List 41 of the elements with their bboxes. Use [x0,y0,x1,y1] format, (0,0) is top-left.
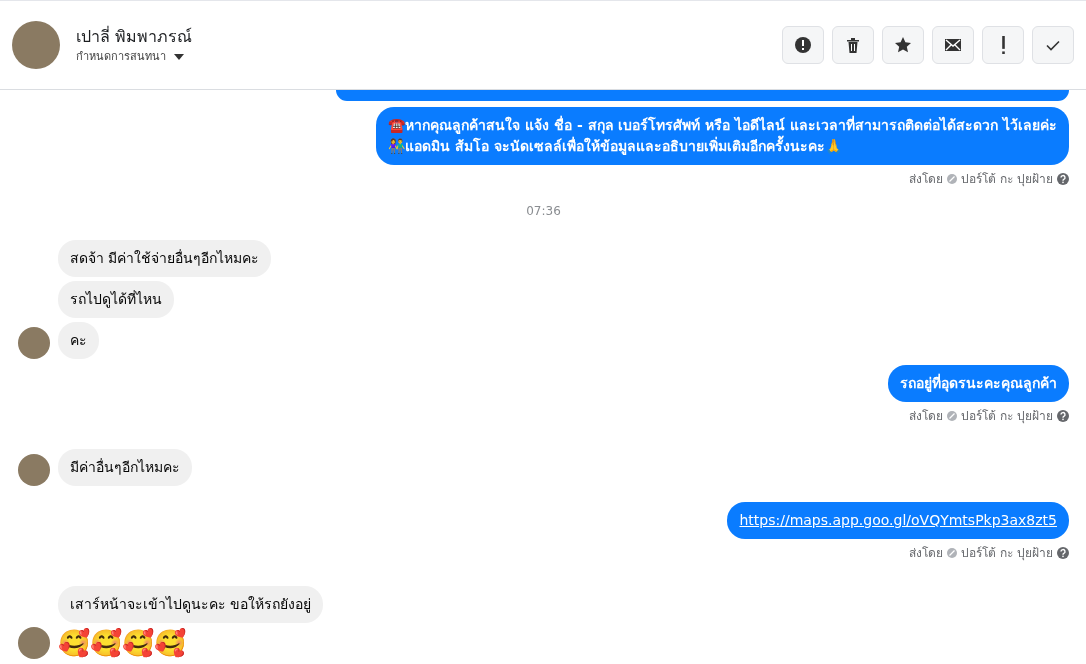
alert-button[interactable] [782,26,824,64]
trash-button[interactable] [832,26,874,64]
sender-name: ปอร์โต้ กะ ปุยฝ้าย [961,545,1053,562]
message-text: รถอยู่ที่อุดรนะคะคุณลูกค้า [900,373,1057,394]
avatar [18,454,50,486]
exclamation-button[interactable] [982,26,1024,64]
envelope-icon [944,36,962,54]
message-text: คะ [70,332,87,348]
exclamation-icon [1001,36,1005,54]
help-icon[interactable] [1057,547,1069,559]
contact-name: เปาลี่ พิมพาภรณ์ [76,25,193,48]
alert-icon [794,36,812,54]
conversation-settings-dropdown[interactable]: กำหนดการสนทนา [76,48,193,66]
help-icon[interactable] [1057,173,1069,185]
sender-name: ปอร์โต้ กะ ปุยฝ้าย [961,171,1053,188]
blocked-icon [947,548,958,558]
sent-by-label: ส่งโดย [909,408,944,425]
check-button[interactable] [1032,26,1074,64]
sender-name: ปอร์โต้ กะ ปุยฝ้าย [961,408,1053,425]
emoji-message: 🥰🥰🥰🥰 [58,627,186,659]
message-text: 👫แอดมิน ส้มโอ จะนัดเซลล์เพื่อให้ข้อมูลและอธิบายเพิ่มเติมอีกครั้งนะคะ🙏 [388,136,1057,157]
avatar [18,627,50,659]
sent-by-label: ส่งโดย [909,545,944,562]
star-button[interactable] [882,26,924,64]
sent-by-label: ส่งโดย [909,171,944,188]
star-icon [894,36,912,54]
envelope-button[interactable] [932,26,974,64]
caret-icon [174,54,184,60]
help-icon[interactable] [1057,410,1069,422]
message-text: รถไปดูได้ที่ไหน [70,291,162,307]
link[interactable]: https://maps.app.goo.gl/oVQYmtsPkp3ax8zt5 [739,512,1057,528]
message-text: ☎หากคุณลูกค้าสนใจ แจ้ง ชื่อ - สกุล เบอร์โทรศัพท์ หรือ ไอดีไลน์ และเวลาที่สามารถติดต่อได้สะดวก ไว้เลยค่ะ [388,115,1057,135]
blocked-icon [947,174,958,184]
timestamp: 07:36 [525,203,562,220]
message-text: มีค่าอื่นๆอีกไหมคะ [70,459,180,475]
blocked-icon [947,411,958,421]
message-text: สดจ้า มีค่าใช้จ่ายอื่นๆอีกไหมคะ [70,250,260,266]
trash-icon [844,36,862,54]
avatar [18,327,50,359]
avatar [12,21,60,69]
message-text: เสาร์หน้าจะเข้าไปดูนะคะ ขอให้รถยังอยู่ [70,596,312,612]
